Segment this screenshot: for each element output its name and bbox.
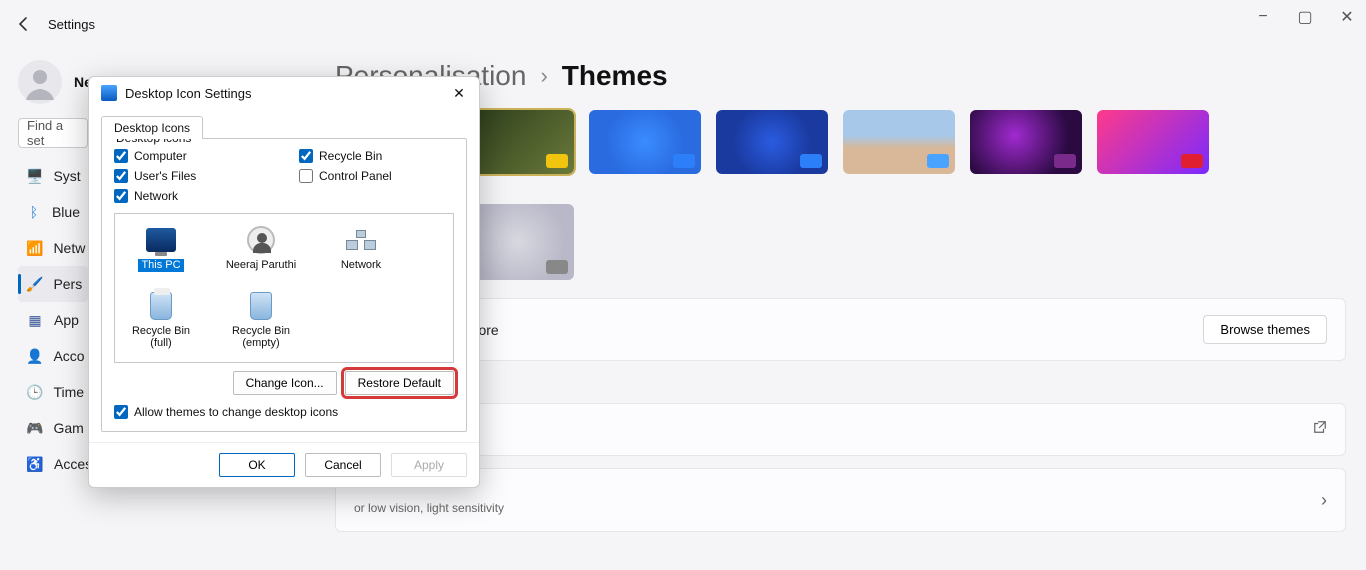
chevron-right-icon: › (540, 63, 547, 89)
theme-chip (546, 154, 568, 168)
theme-chip (546, 260, 568, 274)
icon-label: Neeraj Paruthi (226, 259, 296, 272)
check-label: Network (134, 189, 178, 203)
user-folder-icon (247, 226, 275, 254)
dialog-title: Desktop Icon Settings (125, 86, 251, 101)
close-window-button[interactable]: ✕ (1340, 10, 1354, 24)
check-computer[interactable]: Computer (114, 149, 269, 163)
wifi-icon: 📶 (26, 239, 43, 257)
theme-tile[interactable] (716, 110, 828, 174)
maximize-button[interactable]: ▢ (1298, 10, 1312, 24)
check-label: User's Files (134, 169, 196, 183)
nav-gaming[interactable]: 🎮 Gam (18, 410, 88, 446)
icon-user-folder[interactable]: Neeraj Paruthi (225, 224, 297, 272)
theme-chip (673, 154, 695, 168)
store-card: es from Microsoft Store Browse themes (335, 298, 1346, 361)
check-control-panel[interactable]: Control Panel (299, 169, 454, 183)
apply-button[interactable]: Apply (391, 453, 467, 477)
search-placeholder: Find a set (27, 118, 79, 148)
network-icon (346, 230, 376, 250)
themes-grid (335, 110, 1346, 280)
nav-label: Time (53, 384, 84, 400)
user-avatar[interactable] (18, 60, 62, 104)
section-header (337, 377, 1346, 393)
theme-chip (927, 154, 949, 168)
theme-tile[interactable] (1097, 110, 1209, 174)
icon-recycle-full[interactable]: Recycle Bin (full) (125, 290, 197, 350)
check-network[interactable]: Network (114, 189, 269, 203)
recycle-bin-empty-icon (250, 292, 272, 320)
restore-default-button[interactable]: Restore Default (345, 371, 454, 395)
breadcrumb: Personalisation › Themes (335, 60, 1346, 92)
nav-label: Syst (53, 168, 80, 184)
theme-tile[interactable] (970, 110, 1082, 174)
change-icon-button[interactable]: Change Icon... (233, 371, 337, 395)
accessibility-icon: ♿ (26, 455, 44, 473)
nav-label: Gam (53, 420, 83, 436)
check-users-files[interactable]: User's Files (114, 169, 269, 183)
tab-desktop-icons[interactable]: Desktop Icons (101, 116, 203, 139)
theme-chip (1054, 154, 1076, 168)
nav-label: Netw (53, 240, 85, 256)
gamepad-icon: 🎮 (26, 419, 43, 437)
icon-recycle-empty[interactable]: Recycle Bin (empty) (225, 290, 297, 350)
icon-label: Recycle Bin (full) (125, 325, 197, 350)
settings-row-card[interactable]: ettings (335, 403, 1346, 456)
check-label: Control Panel (319, 169, 392, 183)
nav-time[interactable]: 🕒 Time (18, 374, 88, 410)
dialog-app-icon (101, 85, 117, 101)
icon-label: Recycle Bin (empty) (225, 325, 297, 350)
icon-preview-list: This PC Neeraj Paruthi Network Recycle B… (114, 213, 454, 363)
theme-chip (800, 154, 822, 168)
icon-this-pc[interactable]: This PC (125, 224, 197, 272)
ok-button[interactable]: OK (219, 453, 295, 477)
icon-network[interactable]: Network (325, 224, 397, 272)
nav-bluetooth[interactable]: ᛒ Blue (18, 194, 88, 230)
nav-label: Blue (52, 204, 80, 220)
browse-themes-button[interactable]: Browse themes (1203, 315, 1327, 344)
allow-themes-checkbox[interactable]: Allow themes to change desktop icons (114, 405, 454, 419)
chevron-right-icon: › (1321, 490, 1327, 511)
monitor-icon: 🖥️ (26, 167, 43, 185)
apps-icon: ▦ (26, 311, 44, 329)
brush-icon: 🖌️ (26, 275, 43, 293)
back-button[interactable] (12, 12, 36, 36)
check-label: Recycle Bin (319, 149, 382, 163)
cancel-button[interactable]: Cancel (305, 453, 381, 477)
icon-label: Network (341, 259, 381, 272)
person-icon: 👤 (26, 347, 43, 365)
theme-tile[interactable] (843, 110, 955, 174)
search-input[interactable]: Find a set (18, 118, 88, 148)
breadcrumb-current: Themes (562, 60, 668, 92)
bluetooth-icon: ᛒ (26, 203, 42, 221)
clock-icon: 🕒 (26, 383, 43, 401)
pc-icon (146, 228, 176, 252)
desktop-icon-settings-dialog: Desktop Icon Settings ✕ Desktop Icons De… (88, 76, 480, 488)
check-recycle-bin[interactable]: Recycle Bin (299, 149, 454, 163)
minimize-button[interactable]: − (1256, 10, 1270, 24)
nav-apps[interactable]: ▦ App (18, 302, 88, 338)
app-title: Settings (48, 17, 95, 32)
nav-label: Acco (53, 348, 84, 364)
access-row-sub: or low vision, light sensitivity (354, 501, 504, 515)
icon-label: This PC (138, 259, 183, 272)
nav-accounts[interactable]: 👤 Acco (18, 338, 88, 374)
check-label: Computer (134, 149, 187, 163)
theme-tile[interactable] (589, 110, 701, 174)
nav-personalisation[interactable]: 🖌️ Pers (18, 266, 88, 302)
recycle-bin-full-icon (150, 292, 172, 320)
external-link-icon (1313, 420, 1327, 439)
dialog-close-button[interactable]: ✕ (451, 85, 467, 101)
allow-themes-label: Allow themes to change desktop icons (134, 405, 338, 419)
nav-system[interactable]: 🖥️ Syst (18, 158, 88, 194)
theme-chip (1181, 154, 1203, 168)
nav-network[interactable]: 📶 Netw (18, 230, 88, 266)
nav-label: Pers (53, 276, 82, 292)
access-row-card[interactable]: or low vision, light sensitivity › (335, 468, 1346, 532)
nav-label: App (54, 312, 79, 328)
